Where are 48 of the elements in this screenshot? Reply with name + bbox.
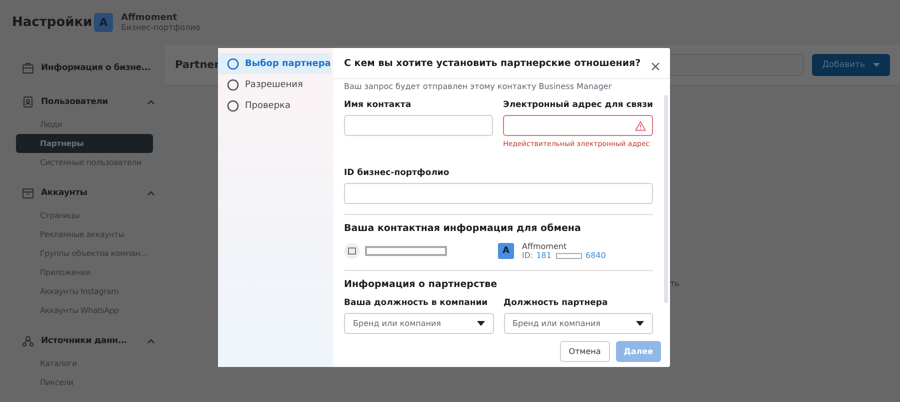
page-title: Настройки — [12, 15, 94, 30]
caret-icon — [636, 321, 644, 326]
name-input[interactable] — [344, 115, 494, 136]
close-icon — [651, 62, 660, 70]
email-input[interactable] — [503, 115, 653, 136]
circle-icon — [227, 78, 239, 90]
circle-icon — [227, 58, 239, 70]
field-label: Электронный адрес для связи — [503, 100, 653, 110]
section-heading: Ваша контактная информация для обмена — [344, 223, 582, 234]
page-heading: Partner — [175, 59, 217, 71]
archive-box-icon — [22, 187, 34, 199]
scrollbar[interactable] — [664, 95, 668, 303]
card-icon — [348, 247, 356, 255]
warning-icon — [635, 120, 646, 130]
people-network-icon — [22, 335, 34, 347]
step-item[interactable]: Разрешения — [218, 74, 331, 95]
sidebar-section[interactable]: Пользователи — [41, 97, 140, 107]
id-label: ID: — [522, 251, 534, 260]
field-label: ID бизнес-портфолио — [344, 168, 450, 178]
sidebar-section[interactable]: Информация о бизне... — [41, 63, 150, 73]
field-label: Должность партнера — [504, 298, 609, 308]
id-link[interactable]: 6840 — [586, 251, 606, 260]
id-input[interactable] — [344, 183, 653, 204]
id-link[interactable]: 181 — [536, 251, 552, 260]
caret-icon — [476, 321, 484, 326]
cancel-button[interactable]: Отмена — [560, 340, 610, 362]
sidebar-section[interactable]: Аккаунты — [41, 188, 140, 198]
role-dropdown[interactable]: Бренд или компания — [344, 313, 494, 334]
id-badge-icon — [22, 96, 34, 108]
briefcase-icon — [22, 62, 34, 74]
body-text: ть — [670, 279, 680, 288]
dialog-subtitle: Ваш запрос будет отправлен этому контакту Business Manager — [344, 82, 613, 91]
step-item[interactable]: Выбор партнера — [218, 53, 331, 74]
circle-icon — [227, 100, 239, 112]
dialog-title: С кем вы хотите установить партнерские отношения? — [344, 58, 641, 68]
caret-icon — [873, 63, 880, 67]
account-name: Affmoment — [121, 13, 178, 23]
step-item[interactable]: Проверка — [218, 95, 331, 116]
role-dropdown[interactable]: Бренд или компания — [504, 313, 653, 334]
account-name: Affmoment — [522, 242, 568, 251]
account-avatar: A — [498, 243, 514, 259]
account-avatar: A — [94, 13, 113, 32]
field-label: Имя контакта — [344, 100, 412, 110]
redaction-box — [556, 252, 582, 258]
field-label: Ваша должность в компании — [344, 298, 489, 308]
sidebar-section[interactable]: Источники данн... — [41, 336, 140, 346]
section-heading: Информация о партнерстве — [344, 279, 498, 290]
add-button[interactable]: Добавить — [812, 54, 890, 76]
